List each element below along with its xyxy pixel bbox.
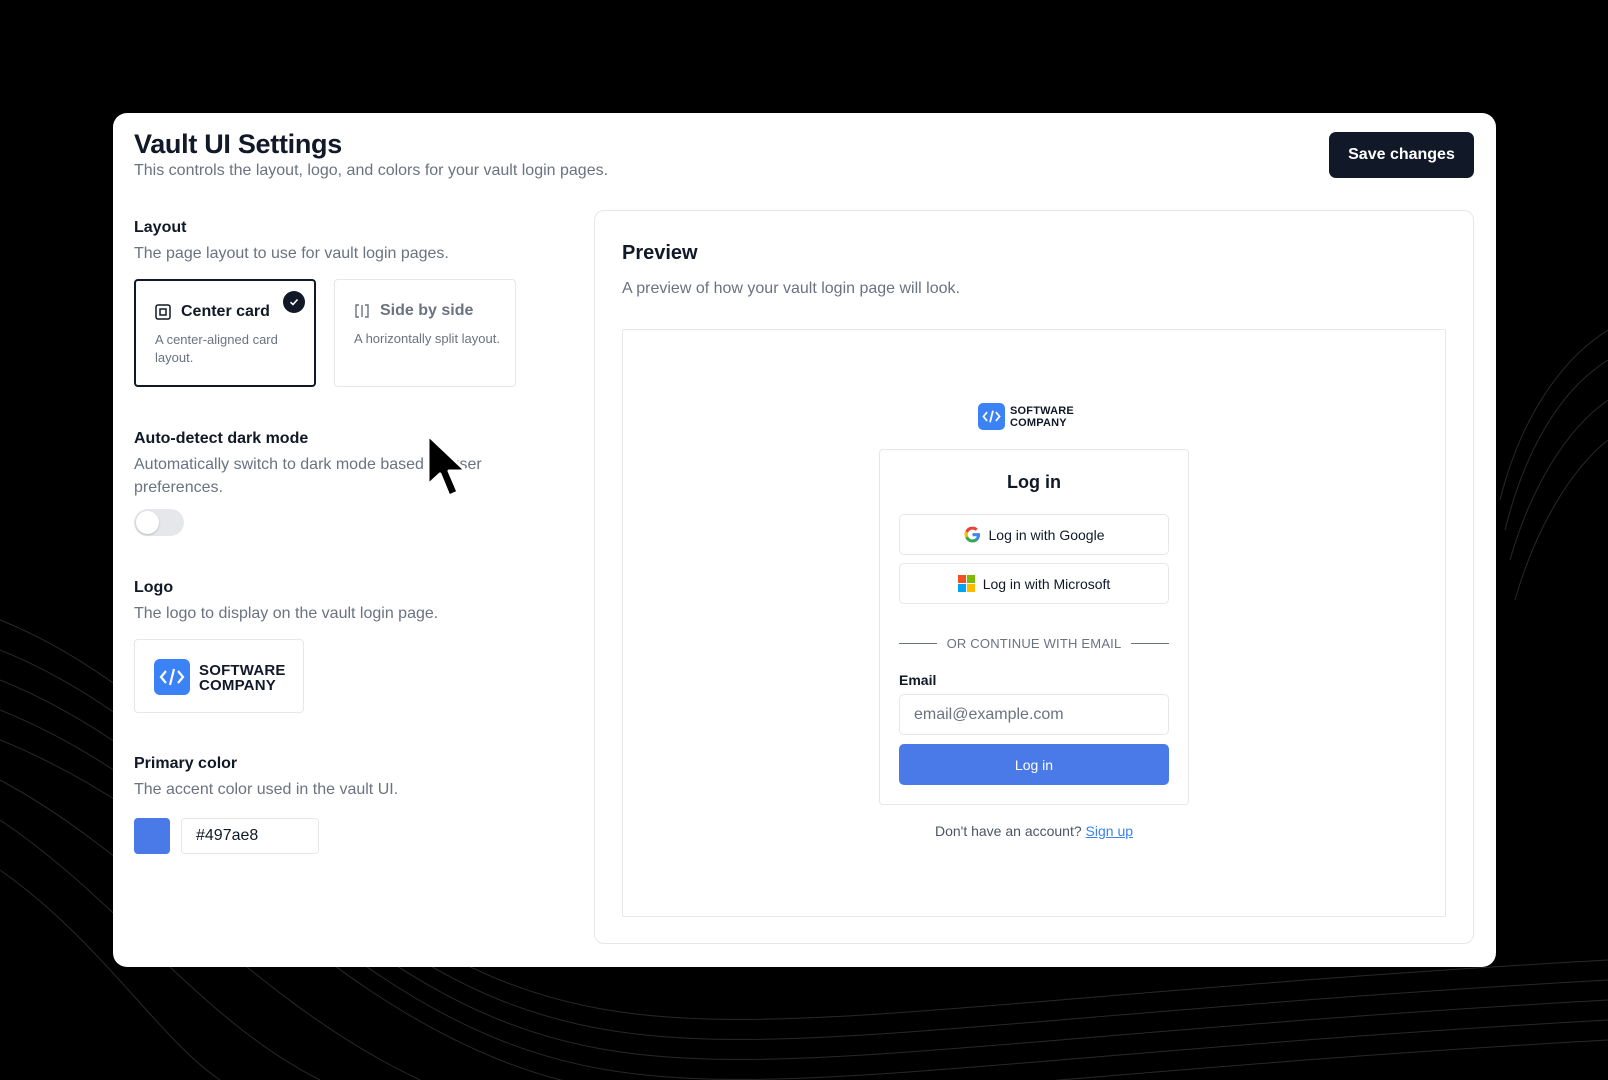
logo-brand-line2: COMPANY [199,677,276,694]
split-layout-icon [355,304,369,318]
color-hex-input[interactable] [181,818,319,854]
logo-description: The logo to display on the vault login p… [134,605,439,622]
signup-row: Don't have an account? Sign up [623,823,1445,839]
code-brackets-icon [978,403,1005,430]
layout-label: Layout [134,219,187,236]
preview-panel: Preview A preview of how your vault logi… [594,210,1474,944]
login-card: Log in Log in with Google Log in with Mi… [879,449,1189,805]
page-title: Vault UI Settings [134,129,342,159]
toggle-knob [136,511,159,534]
mouse-cursor-icon [426,433,468,498]
check-icon [283,291,305,313]
logo-label: Logo [134,579,174,596]
save-changes-button[interactable]: Save changes [1329,132,1474,178]
google-login-label: Log in with Google [988,526,1105,543]
microsoft-login-label: Log in with Microsoft [982,575,1111,592]
email-input[interactable] [899,694,1169,735]
microsoft-login-button[interactable]: Log in with Microsoft [899,563,1169,604]
layout-option-side-by-side[interactable]: Side by side A horizontally split layout… [334,279,516,387]
layout-option-title: Center card [181,303,270,320]
page-subtitle: This controls the layout, logo, and colo… [134,162,609,179]
logo-upload[interactable]: SOFTWARE COMPANY [134,639,304,713]
divider-text: OR CONTINUE WITH EMAIL [946,635,1122,651]
signup-prompt: Don't have an account? [934,823,1082,839]
layout-option-center-card[interactable]: Center card A center-aligned card layout… [134,279,316,387]
login-submit-button[interactable]: Log in [899,744,1169,785]
dark-mode-toggle[interactable] [134,509,184,536]
login-title: Log in [1007,472,1061,492]
logo-brand-line1: SOFTWARE [199,662,286,679]
layout-description: The page layout to use for vault login p… [134,245,449,262]
signup-link[interactable]: Sign up [1086,823,1133,839]
preview-description: A preview of how your vault login page w… [622,280,960,297]
or-divider: OR CONTINUE WITH EMAIL [899,634,1170,652]
microsoft-icon [957,575,975,592]
preview-brand-line2: COMPANY [1010,417,1067,429]
google-icon [963,526,980,543]
preview-canvas: SOFTWARE COMPANY Log in Log in with Goog… [622,329,1446,917]
preview-brand-line1: SOFTWARE [1010,405,1074,417]
preview-title: Preview [622,242,698,264]
dark-mode-label: Auto-detect dark mode [134,430,309,447]
layout-option-title: Side by side [380,302,474,319]
center-card-icon [155,304,171,320]
code-brackets-icon [154,659,190,695]
layout-option-description: A center-aligned card layout. [155,332,278,365]
color-swatch[interactable] [134,818,170,854]
settings-card: Vault UI Settings This controls the layo… [113,113,1496,967]
email-label: Email [899,672,937,688]
layout-option-description: A horizontally split layout. [354,331,500,346]
primary-color-description: The accent color used in the vault UI. [134,781,399,798]
primary-color-label: Primary color [134,755,238,772]
google-login-button[interactable]: Log in with Google [899,514,1169,555]
